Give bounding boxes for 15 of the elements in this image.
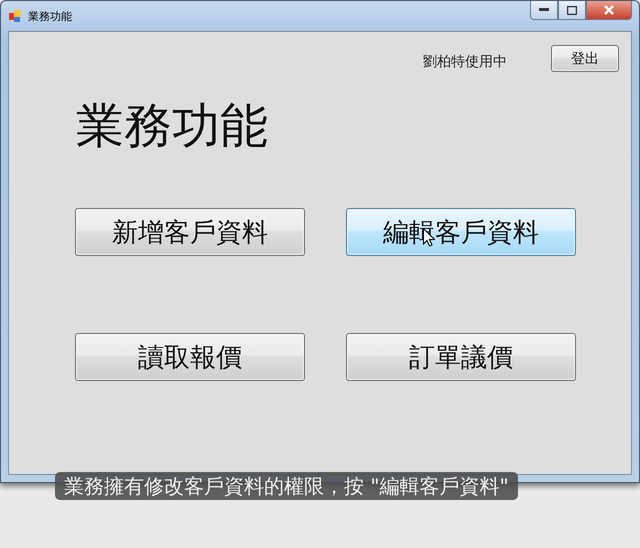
user-status: 劉柏特使用中 bbox=[423, 52, 507, 70]
maximize-button[interactable] bbox=[558, 1, 586, 20]
close-icon bbox=[604, 5, 614, 15]
window-title: 業務功能 bbox=[28, 8, 72, 24]
subtitle-caption: 業務擁有修改客戶資料的權限，按 "編輯客戶資料" bbox=[55, 472, 518, 500]
minimize-button[interactable] bbox=[530, 1, 558, 20]
minimize-icon bbox=[539, 8, 549, 12]
app-icon bbox=[8, 9, 22, 23]
function-button[interactable]: 訂單議價 bbox=[346, 333, 576, 381]
function-button[interactable]: 新增客戶資料 bbox=[75, 208, 305, 256]
function-button[interactable]: 讀取報價 bbox=[75, 333, 305, 381]
page-heading: 業務功能 bbox=[76, 97, 269, 156]
logout-button[interactable]: 登出 bbox=[551, 45, 619, 72]
maximize-icon bbox=[567, 6, 577, 14]
close-button[interactable] bbox=[586, 1, 632, 20]
